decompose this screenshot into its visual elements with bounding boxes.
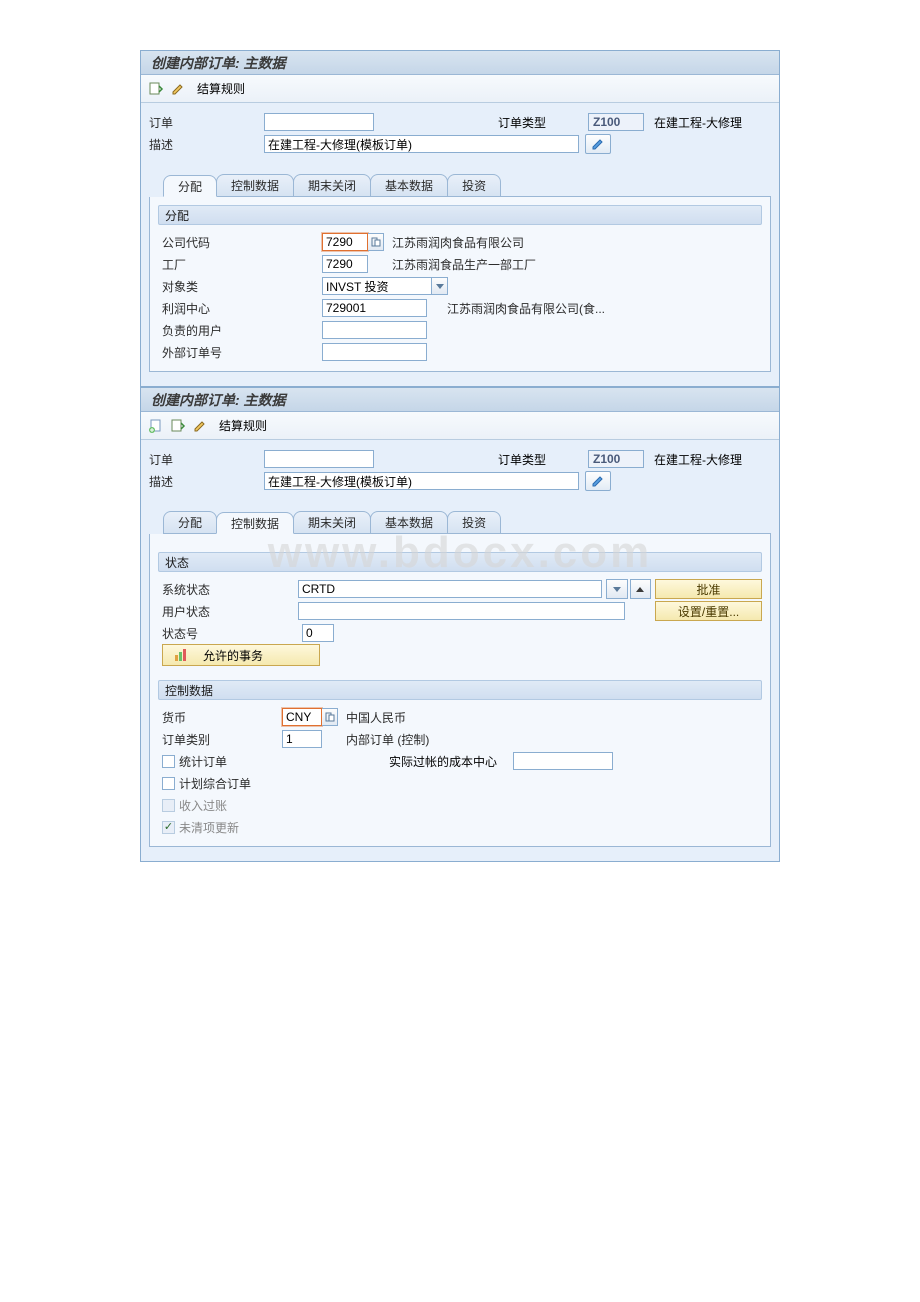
page-title: 创建内部订单: 主数据: [151, 390, 286, 410]
currency-input[interactable]: [282, 708, 322, 726]
toolbar: 结算规则: [141, 75, 779, 103]
plant-input[interactable]: [322, 255, 368, 273]
tabstrip: 分配 控制数据 期末关闭 基本数据 投资: [163, 173, 771, 197]
order-input[interactable]: [264, 113, 374, 131]
order-input[interactable]: [264, 450, 374, 468]
profit-center-input[interactable]: [322, 299, 427, 317]
responsible-label: 负责的用户: [162, 322, 322, 339]
tab-basic-data[interactable]: 基本数据: [370, 511, 448, 533]
actual-cc-input[interactable]: [513, 752, 613, 770]
group-header-control: 控制数据: [158, 680, 762, 700]
page-title: 创建内部订单: 主数据: [151, 53, 286, 73]
revenue-posting-checkbox: [162, 799, 175, 812]
desc-edit-button[interactable]: [585, 471, 611, 491]
copy-reference-icon[interactable]: [169, 417, 187, 435]
order-category-label: 订单类别: [162, 731, 282, 748]
order-category-text: 内部订单 (控制): [346, 731, 429, 748]
order-type-text: 在建工程-大修理: [654, 451, 742, 468]
object-class-dropdown-icon[interactable]: [432, 277, 448, 295]
allowed-trans-button[interactable]: 允许的事务: [162, 644, 320, 666]
tab-investment[interactable]: 投资: [447, 174, 501, 196]
order-type-label: 订单类型: [498, 451, 588, 468]
company-code-input[interactable]: [322, 233, 368, 251]
company-code-search-help[interactable]: [368, 233, 384, 251]
chart-icon: [175, 649, 189, 661]
plan-integrated-label: 计划综合订单: [179, 775, 251, 792]
profit-center-label: 利润中心: [162, 300, 322, 317]
status-dropdown-button[interactable]: [606, 579, 627, 599]
order-type-value: Z100: [588, 450, 644, 468]
panel-create-order-1: 创建内部订单: 主数据 结算规则 订单 订单类型 Z100 在建工程-大修理 描…: [140, 50, 780, 387]
company-code-text: 江苏雨润肉食品有限公司: [392, 234, 524, 251]
object-class-value[interactable]: INVST 投资: [322, 277, 432, 295]
external-order-input[interactable]: [322, 343, 427, 361]
edit-icon[interactable]: [169, 80, 187, 98]
company-code-label: 公司代码: [162, 234, 322, 251]
group-header-allocation: 分配: [158, 205, 762, 225]
order-type-text: 在建工程-大修理: [654, 114, 742, 131]
status-num-input[interactable]: [302, 624, 334, 642]
user-status-label: 用户状态: [162, 603, 298, 620]
tabstrip: 分配 控制数据 期末关闭 基本数据 投资: [163, 510, 771, 534]
order-type-label: 订单类型: [498, 114, 588, 131]
profit-center-text: 江苏雨润肉食品有限公司(食...: [447, 300, 605, 317]
desc-edit-button[interactable]: [585, 134, 611, 154]
system-status-label: 系统状态: [162, 581, 298, 598]
open-item-checkbox: [162, 821, 175, 834]
currency-text: 中国人民币: [346, 709, 406, 726]
external-order-label: 外部订单号: [162, 344, 322, 361]
order-label: 订单: [149, 451, 264, 468]
new-icon[interactable]: [147, 417, 165, 435]
order-category-input[interactable]: [282, 730, 322, 748]
plant-text: 江苏雨润食品生产一部工厂: [392, 256, 536, 273]
approve-button[interactable]: 批准: [655, 579, 762, 599]
set-reset-button[interactable]: 设置/重置...: [655, 601, 762, 621]
title-bar: 创建内部订单: 主数据: [141, 388, 779, 412]
tab-basic-data[interactable]: 基本数据: [370, 174, 448, 196]
tab-allocation[interactable]: 分配: [163, 511, 217, 533]
body-area: 订单 订单类型 Z100 在建工程-大修理 描述 分配 控制数据 期末关闭 基本…: [141, 440, 779, 861]
tab-pane-control: www.bdocx.com 状态 系统状态 CRTD 批准 用户状态 设置/重置…: [149, 534, 771, 847]
tab-period-close[interactable]: 期末关闭: [293, 174, 371, 196]
currency-label: 货币: [162, 709, 282, 726]
tab-pane-allocation: 分配 公司代码 江苏雨润肉食品有限公司 工厂 江苏雨润食品生产一部工厂 对象类 …: [149, 197, 771, 372]
status-up-button[interactable]: [630, 579, 651, 599]
settle-rule-button[interactable]: 结算规则: [197, 80, 245, 97]
revenue-posting-label: 收入过账: [179, 797, 227, 814]
desc-input[interactable]: [264, 472, 579, 490]
desc-input[interactable]: [264, 135, 579, 153]
body-area: 订单 订单类型 Z100 在建工程-大修理 描述 分配 控制数据 期末关闭 基本…: [141, 103, 779, 386]
tab-control-data[interactable]: 控制数据: [216, 174, 294, 196]
plan-integrated-checkbox[interactable]: [162, 777, 175, 790]
order-label: 订单: [149, 114, 264, 131]
responsible-input[interactable]: [322, 321, 427, 339]
copy-reference-icon[interactable]: [147, 80, 165, 98]
toolbar: 结算规则: [141, 412, 779, 440]
currency-search-help[interactable]: [322, 708, 338, 726]
open-item-label: 未清项更新: [179, 819, 239, 836]
statistical-checkbox[interactable]: [162, 755, 175, 768]
desc-label: 描述: [149, 473, 264, 490]
settle-rule-button[interactable]: 结算规则: [219, 417, 267, 434]
system-status-value: CRTD: [298, 580, 602, 598]
allowed-trans-label: 允许的事务: [203, 647, 263, 664]
tab-investment[interactable]: 投资: [447, 511, 501, 533]
plant-label: 工厂: [162, 256, 322, 273]
object-class-label: 对象类: [162, 278, 322, 295]
user-status-value: [298, 602, 625, 620]
title-bar: 创建内部订单: 主数据: [141, 51, 779, 75]
tab-control-data[interactable]: 控制数据: [216, 512, 294, 534]
actual-cc-label: 实际过帐的成本中心: [389, 753, 497, 770]
order-type-value: Z100: [588, 113, 644, 131]
tab-allocation[interactable]: 分配: [163, 175, 217, 197]
group-header-status: 状态: [158, 552, 762, 572]
panel-create-order-2: 创建内部订单: 主数据 结算规则 订单 订单类型 Z100 在建工程-大修理 描…: [140, 387, 780, 862]
status-num-label: 状态号: [162, 625, 302, 642]
statistical-label: 统计订单: [179, 753, 389, 770]
desc-label: 描述: [149, 136, 264, 153]
edit-icon[interactable]: [191, 417, 209, 435]
tab-period-close[interactable]: 期末关闭: [293, 511, 371, 533]
